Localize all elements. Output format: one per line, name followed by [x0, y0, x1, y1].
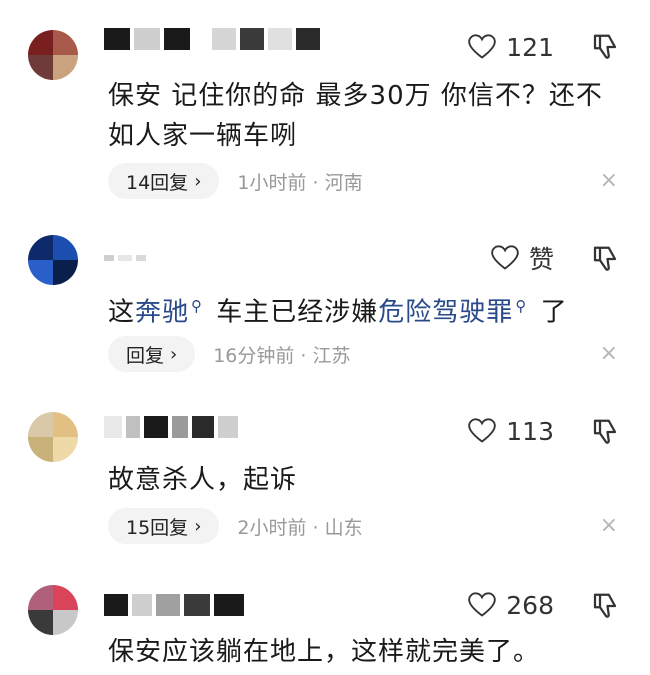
username-blur-block [136, 255, 146, 261]
username-blur-block [268, 28, 292, 50]
reply-count-button[interactable]: 15回复 › [108, 508, 220, 544]
username-blur-block [212, 28, 236, 50]
chevron-right-icon: › [194, 170, 202, 192]
thumb-down-icon[interactable] [590, 417, 620, 447]
username-blur-block [104, 594, 128, 616]
like-button[interactable]: 268 [468, 590, 554, 620]
avatar-pixel [28, 30, 53, 55]
thumb-down-icon[interactable] [590, 32, 620, 62]
heart-outline-icon [468, 418, 497, 443]
avatar[interactable] [28, 30, 78, 80]
username-blur-block [104, 255, 114, 261]
username-blur-block [104, 28, 130, 50]
avatar-pixel [28, 235, 53, 260]
avatar-pixel [53, 610, 78, 635]
chevron-right-icon: › [194, 515, 202, 537]
like-button[interactable]: 121 [468, 32, 554, 62]
avatar-pixel [53, 260, 78, 285]
username-blurred[interactable] [104, 594, 244, 616]
like-count: 121 [506, 32, 554, 62]
like-label: 赞 [528, 245, 554, 274]
search-link[interactable]: 危险驾驶罪 [378, 298, 513, 328]
comment-meta: 回复 › 16分钟前 · 江苏 [108, 336, 351, 372]
avatar-pixel [53, 235, 78, 260]
thumb-down-icon[interactable] [590, 244, 620, 274]
comment-text: 保安 记住你的命 最多30万 你信不？还不如人家一辆车咧 [108, 81, 603, 151]
like-count: 113 [506, 416, 554, 446]
search-icon[interactable]: ⚲ [515, 297, 527, 315]
username-blur-block [172, 416, 188, 438]
avatar-pixel [28, 55, 53, 80]
like-button[interactable]: 113 [468, 416, 554, 446]
avatar[interactable] [28, 412, 78, 462]
avatar-pixel [28, 412, 53, 437]
username-blur-block [218, 416, 238, 438]
username-blur-block [156, 594, 180, 616]
like-count: 268 [506, 590, 554, 620]
username-blur-block [126, 416, 140, 438]
comment-text: 保安应该躺在地上，这样就完美了。 [108, 637, 541, 667]
timestamp-location: 2小时前 · 山东 [237, 516, 363, 539]
username-blur-block [118, 255, 132, 261]
chevron-right-icon: › [170, 343, 178, 365]
avatar-pixel [53, 585, 78, 610]
username-blur-block [192, 416, 214, 438]
search-link[interactable]: 奔驰 [135, 298, 189, 328]
close-icon[interactable]: × [600, 336, 618, 372]
avatar[interactable] [28, 585, 78, 635]
username-blur-block [194, 28, 208, 50]
search-icon[interactable]: ⚲ [191, 297, 203, 315]
like-button[interactable]: 赞 [491, 243, 554, 274]
avatar-pixel [28, 610, 53, 635]
avatar-pixel [53, 30, 78, 55]
username-blurred[interactable] [104, 28, 320, 50]
username-blur-block [134, 28, 160, 50]
avatar-pixel [28, 260, 53, 285]
thumb-down-icon[interactable] [590, 591, 620, 621]
avatar-pixel [28, 585, 53, 610]
timestamp-location: 16分钟前 · 江苏 [213, 344, 351, 367]
username-blurred[interactable] [104, 416, 238, 438]
username-blur-block [164, 28, 190, 50]
heart-outline-icon [468, 592, 497, 617]
username-blur-block [144, 416, 168, 438]
comment-meta: 15回复 › 2小时前 · 山东 [108, 508, 363, 544]
username-blur-block [184, 594, 210, 616]
username-blur-block [240, 28, 264, 50]
avatar-pixel [28, 437, 53, 462]
heart-outline-icon [468, 34, 497, 59]
reply-button[interactable]: 回复 › [108, 336, 196, 372]
comment-text: 这奔驰 ⚲ 车主已经涉嫌危险驾驶罪 ⚲ 了 [108, 297, 568, 328]
comment-text: 故意杀人，起诉 [108, 465, 298, 495]
close-icon[interactable]: × [600, 508, 618, 544]
reply-count-button[interactable]: 14回复 › [108, 163, 220, 199]
avatar-pixel [53, 55, 78, 80]
heart-outline-icon [491, 245, 519, 270]
username-blurred[interactable] [104, 252, 146, 264]
close-icon[interactable]: × [600, 163, 618, 199]
avatar[interactable] [28, 235, 78, 285]
username-blur-block [296, 28, 320, 50]
timestamp-location: 1小时前 · 河南 [237, 171, 363, 194]
username-blur-block [132, 594, 152, 616]
avatar-pixel [53, 437, 78, 462]
comment-meta: 14回复 › 1小时前 · 河南 [108, 163, 363, 199]
username-blur-block [104, 416, 122, 438]
avatar-pixel [53, 412, 78, 437]
username-blur-block [214, 594, 244, 616]
